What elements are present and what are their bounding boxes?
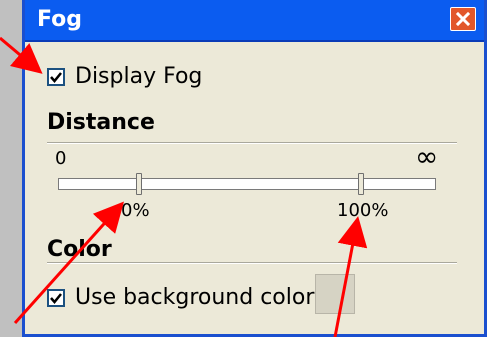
arrow-to-display-fog [0, 36, 43, 74]
arrow-to-near-value [13, 201, 125, 325]
arrow-to-far-value [333, 216, 368, 337]
annotation-arrows [0, 36, 368, 337]
screenshot-stage: Fog Display Fog Distance 0 ∞ 0% 100% Use… [0, 0, 487, 337]
